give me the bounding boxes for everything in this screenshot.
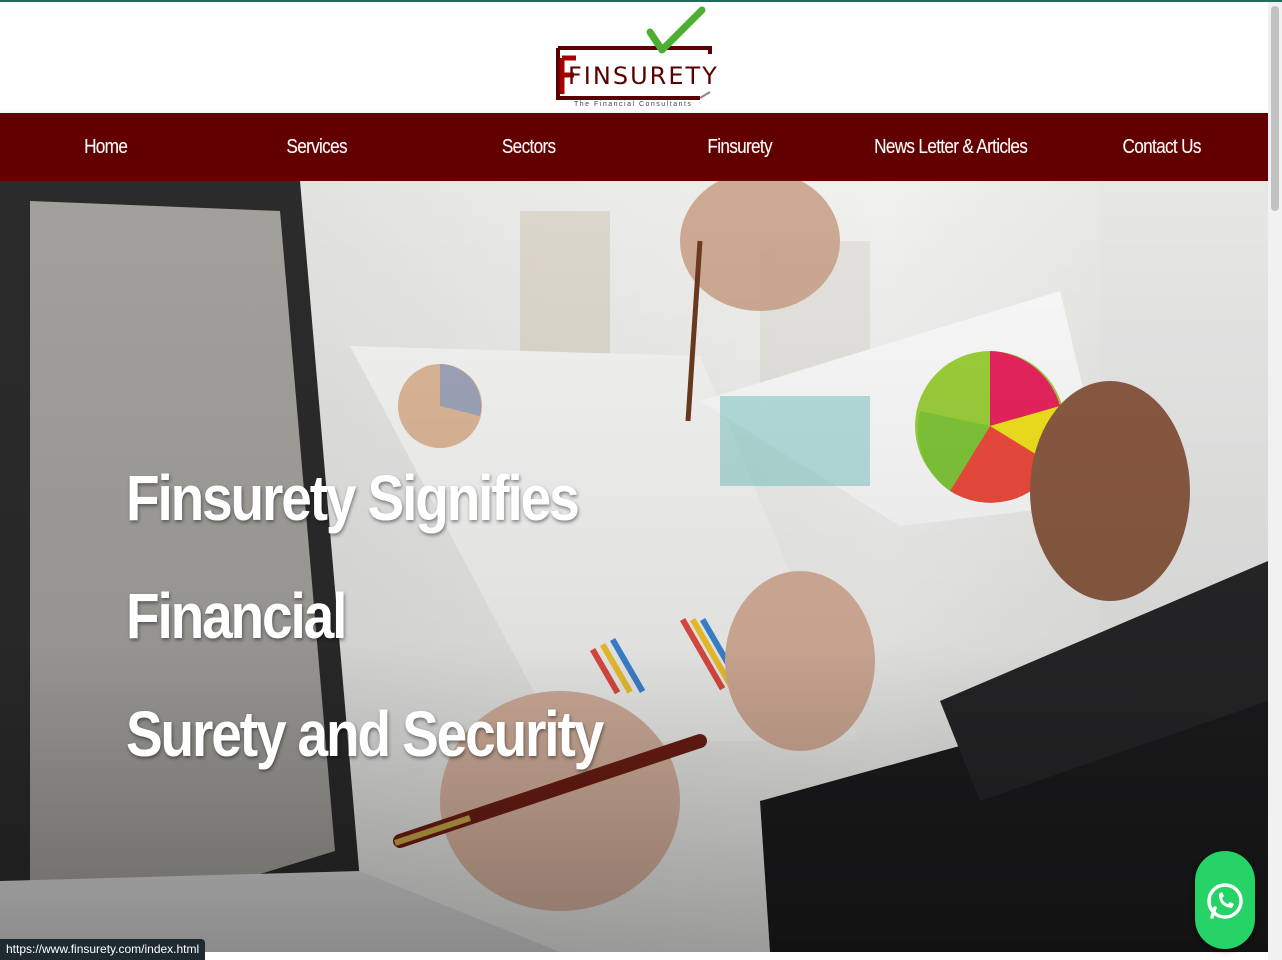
nav-finsurety[interactable]: Finsurety — [649, 136, 831, 159]
hero-title: Finsurety Signifies Financial Surety and… — [126, 439, 780, 793]
finsurety-logo[interactable]: FINSURETY The Financial Consultants — [550, 6, 720, 110]
nav-newsletter-articles[interactable]: News Letter & Articles — [860, 136, 1042, 159]
hero-title-line-2: Surety and Security — [126, 698, 604, 770]
nav-contact-us[interactable]: Contact Us — [1071, 136, 1253, 159]
hero-title-line-1: Finsurety Signifies Financial — [126, 462, 580, 652]
logo-graphic — [556, 6, 712, 100]
nav-sectors[interactable]: Sectors — [437, 136, 619, 159]
page-scrollbar[interactable] — [1268, 2, 1282, 960]
whatsapp-button[interactable] — [1195, 851, 1255, 949]
whatsapp-icon — [1207, 883, 1243, 919]
status-bar-link-preview: https://www.finsurety.com/index.html — [0, 939, 206, 960]
site-header: FINSURETY The Financial Consultants — [0, 2, 1268, 113]
logo-wordmark: FINSURETY — [568, 62, 719, 90]
logo-tagline: The Financial Consultants — [574, 101, 693, 108]
nav-home[interactable]: Home — [15, 136, 197, 159]
hero-banner: Finsurety Signifies Financial Surety and… — [0, 181, 1268, 952]
nav-services[interactable]: Services — [226, 136, 408, 159]
main-navigation: Home Services Sectors Finsurety News Let… — [0, 113, 1268, 181]
scrollbar-thumb[interactable] — [1271, 6, 1279, 211]
